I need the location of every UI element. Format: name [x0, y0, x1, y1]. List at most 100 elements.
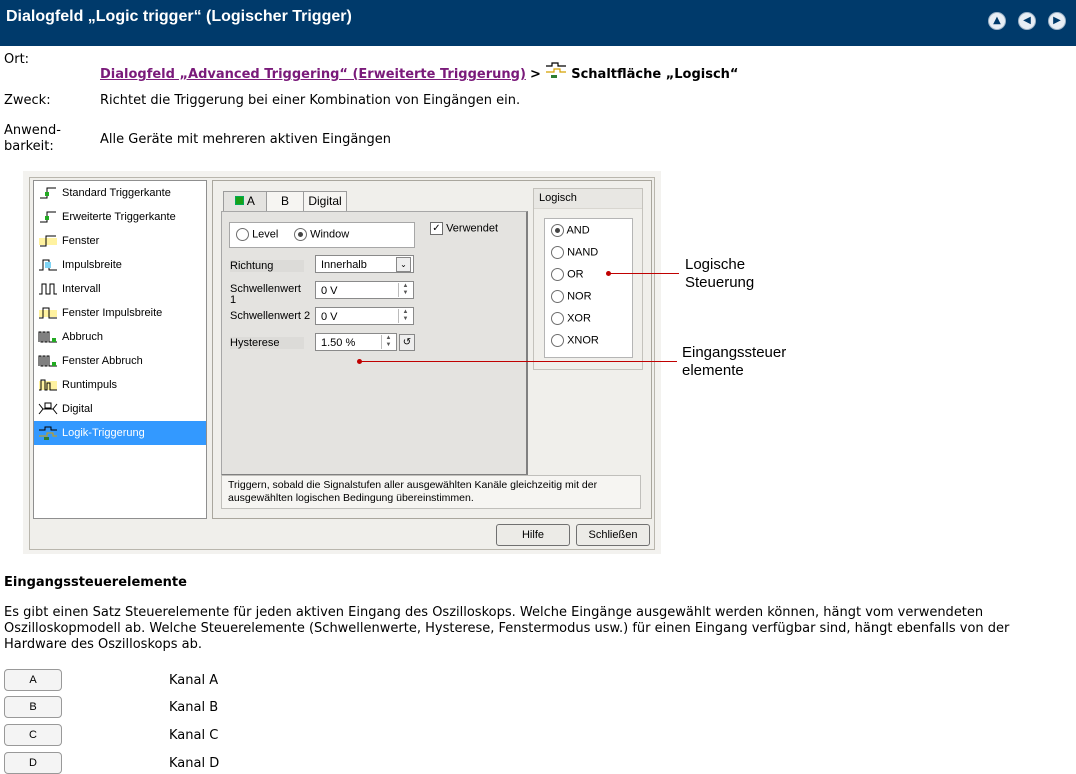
chevron-down-icon[interactable]: ⌄ [396, 257, 411, 272]
dropout-icon [38, 331, 57, 343]
mode-level-radio[interactable] [236, 228, 249, 241]
logic-option-xnor[interactable]: XNOR [551, 334, 599, 347]
enabled-indicator-icon [235, 196, 245, 205]
logic-and-radio[interactable] [551, 224, 564, 237]
mode-level-label: Level [252, 228, 279, 241]
hysterese-input[interactable]: 1.50 % ▲ ▼ [315, 333, 397, 351]
channel-a-button[interactable]: A [4, 669, 62, 691]
tab-a-content: Level Window ✓ Verwendet Richtung Innerh… [221, 211, 528, 476]
channel-c-button[interactable]: C [4, 724, 62, 746]
forward-arrow-icon[interactable]: ▶ [1048, 12, 1066, 30]
logic-callout-line1: Logische [685, 256, 746, 273]
advanced-edge-icon [40, 211, 56, 223]
dialog-body: Standard Triggerkante Erweiterte Trigger… [29, 177, 655, 550]
pulse-width-icon [39, 259, 57, 271]
logic-xnor-radio[interactable] [551, 334, 564, 347]
window-dropout-icon [38, 355, 57, 367]
input-callout-line2: elemente [682, 362, 744, 379]
channel-d-button[interactable]: D [4, 752, 62, 774]
trigger-item-advanced-edge[interactable]: Erweiterte Triggerkante [34, 205, 206, 229]
logic-option-label: AND [566, 224, 590, 237]
mode-level-option[interactable]: Level [236, 228, 278, 241]
richtung-select[interactable]: Innerhalb ⌄ [315, 255, 414, 273]
trigger-item-dropout[interactable]: Abbruch [34, 325, 206, 349]
threshold2-input[interactable]: 0 V ▲ ▼ [315, 307, 414, 325]
threshold2-value: 0 V [321, 311, 338, 323]
logic-xor-radio[interactable] [551, 312, 564, 325]
trigger-type-list: Standard Triggerkante Erweiterte Trigger… [33, 180, 207, 519]
logic-or-radio[interactable] [551, 268, 564, 281]
logic-option-nor[interactable]: NOR [551, 290, 592, 303]
logic-option-label: XNOR [567, 334, 599, 347]
reset-icon[interactable]: ↺ [399, 334, 415, 351]
trigger-item-label: Fenster [62, 235, 100, 247]
hysterese-spinner-icon[interactable]: ▲ ▼ [381, 335, 395, 349]
trigger-item-label: Intervall [62, 283, 101, 295]
trigger-item-window-dropout[interactable]: Fenster Abbruch [34, 349, 206, 373]
logic-option-xor[interactable]: XOR [551, 312, 591, 325]
trigger-item-interval[interactable]: Intervall [34, 277, 206, 301]
logic-option-or[interactable]: OR [551, 268, 584, 281]
mode-window-radio[interactable] [294, 228, 307, 241]
tab-digital[interactable]: Digital [303, 191, 347, 211]
trigger-item-window-pulse-width[interactable]: Fenster Impulsbreite [34, 301, 206, 325]
trigger-item-label: Runtimpuls [62, 379, 118, 391]
back-arrow-icon[interactable]: ◀ [1018, 12, 1036, 30]
ort-label: Ort: [4, 52, 30, 67]
mode-window-option[interactable]: Window [294, 228, 349, 241]
logic-nor-radio[interactable] [551, 290, 564, 303]
logic-option-and[interactable]: AND [551, 224, 590, 237]
section-body: Es gibt einen Satz Steuerelemente für je… [4, 605, 1010, 652]
logic-button-name: Schaltfläche „Logisch“ [571, 67, 739, 82]
logic-callout: Logische Steuerung [685, 256, 754, 292]
trigger-item-label: Digital [62, 403, 93, 415]
trigger-item-digital[interactable]: Digital [34, 397, 206, 421]
description-box: Triggern, sobald die Signalstufen aller … [221, 475, 641, 509]
interval-icon [39, 283, 57, 295]
logic-options: AND NAND OR NOR XOR XNOR [544, 218, 633, 358]
used-label: Verwendet [446, 222, 499, 235]
logic-callout-line [609, 273, 679, 274]
trigger-item-label: Fenster Impulsbreite [62, 307, 163, 319]
richtung-value: Innerhalb [321, 259, 367, 271]
runt-pulse-icon [39, 379, 57, 391]
used-option[interactable]: ✓ Verwendet [430, 222, 498, 235]
trigger-item-label: Standard Triggerkante [62, 187, 171, 199]
tab-a[interactable]: A [223, 191, 267, 211]
threshold2-spinner-icon[interactable]: ▲ ▼ [398, 309, 412, 323]
logic-trigger-dialog: Standard Triggerkante Erweiterte Trigger… [23, 171, 661, 554]
logic-option-nand[interactable]: NAND [551, 246, 598, 259]
tab-b[interactable]: B [266, 191, 304, 211]
mode-group: Level Window [229, 222, 415, 248]
trigger-item-runt-pulse[interactable]: Runtimpuls [34, 373, 206, 397]
close-button[interactable]: Schließen [576, 524, 650, 546]
trigger-item-standard-edge[interactable]: Standard Triggerkante [34, 181, 206, 205]
tab-a-label: A [246, 194, 255, 208]
richtung-label: Richtung [230, 260, 304, 272]
trigger-item-label: Erweiterte Triggerkante [62, 211, 176, 223]
logic-callout-line2: Steuerung [685, 274, 755, 291]
threshold1-spinner-icon[interactable]: ▲ ▼ [398, 283, 412, 297]
threshold1-input[interactable]: 0 V ▲ ▼ [315, 281, 414, 299]
logic-option-label: NOR [567, 290, 592, 303]
threshold1-value: 0 V [321, 285, 338, 297]
used-checkbox[interactable]: ✓ [430, 222, 443, 235]
ort-value: Dialogfeld „Advanced Triggering“ (Erweit… [100, 62, 738, 82]
hysterese-label: Hysterese [230, 337, 304, 349]
up-arrow-icon[interactable]: ▲ [988, 12, 1006, 30]
advanced-triggering-link[interactable]: Dialogfeld „Advanced Triggering“ (Erweit… [100, 67, 526, 82]
trigger-item-pulse-width[interactable]: Impulsbreite [34, 253, 206, 277]
channel-a-label: Kanal A [169, 673, 219, 688]
trigger-item-logic[interactable]: Logik-Triggerung [34, 421, 206, 445]
mode-window-label: Window [310, 228, 350, 241]
input-callout: Eingangssteuer elemente [682, 344, 786, 380]
channel-b-button[interactable]: B [4, 696, 62, 718]
help-button[interactable]: Hilfe [496, 524, 570, 546]
channel-b-label: Kanal B [169, 700, 219, 715]
window-trigger-icon [39, 235, 57, 247]
input-callout-line1: Eingangssteuer [682, 344, 787, 361]
trigger-item-window[interactable]: Fenster [34, 229, 206, 253]
trigger-item-label: Impulsbreite [62, 259, 122, 271]
logic-nand-radio[interactable] [551, 246, 564, 259]
hysterese-value: 1.50 % [321, 337, 356, 349]
